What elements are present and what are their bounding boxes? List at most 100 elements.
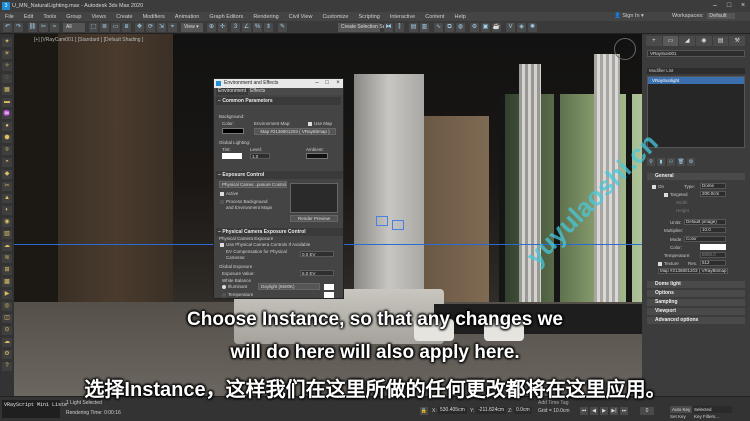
vray-toon-icon[interactable]: ☁ xyxy=(2,242,12,251)
viewcube-icon[interactable] xyxy=(614,38,636,60)
render-setup-icon[interactable]: ⚙ xyxy=(470,23,479,32)
workspace-selector[interactable]: Workspaces: Default xyxy=(672,12,735,21)
vray-light-lister-icon[interactable]: ✦ xyxy=(2,38,12,47)
configure-modifier-sets-icon[interactable]: ⚙ xyxy=(687,158,695,166)
rendered-frame-window-icon[interactable]: ▣ xyxy=(481,23,490,32)
rotate-icon[interactable]: ⟳ xyxy=(146,23,155,32)
remove-modifier-icon[interactable]: 🗑 xyxy=(677,158,685,166)
vray-bitmap-icon[interactable]: ▧ xyxy=(2,230,12,239)
schematic-view-icon[interactable]: ⧉ xyxy=(445,23,454,32)
minimize-icon[interactable]: – xyxy=(708,0,722,12)
next-frame-icon[interactable]: ▶| xyxy=(610,407,618,415)
temperature-color-swatch[interactable] xyxy=(324,292,334,298)
bind-space-warp-icon[interactable]: ≈ xyxy=(50,23,59,32)
current-frame-field[interactable]: 0 xyxy=(640,407,654,415)
vray-ipr-icon[interactable]: ▶ xyxy=(2,290,12,299)
material-editor-icon[interactable]: ◍ xyxy=(456,23,465,32)
selection-set-dropdown[interactable]: Create Selection Se xyxy=(338,23,385,32)
vray-ies-icon[interactable]: ✧ xyxy=(2,62,12,71)
unlink-icon[interactable]: ✂ xyxy=(39,23,48,32)
menu-animation[interactable]: Animation xyxy=(170,14,204,20)
menu-graph-editors[interactable]: Graph Editors xyxy=(204,14,248,20)
exposure-value-spinner[interactable]: 6.0 EV xyxy=(300,270,334,276)
menu-rendering[interactable]: Rendering xyxy=(248,14,283,20)
texture-checkbox[interactable] xyxy=(658,262,662,266)
vray-light-icon[interactable]: ✺ xyxy=(528,23,537,32)
select-object-icon[interactable]: ⬚ xyxy=(89,23,98,32)
close-icon[interactable]: × xyxy=(736,0,750,12)
environment-map-button[interactable]: Map #2136801203 ( VRayBitmap ) xyxy=(254,128,336,135)
window-crossing-icon[interactable]: ⧈ xyxy=(122,23,131,32)
dialog-close-icon[interactable]: × xyxy=(333,79,343,88)
y-coordinate[interactable]: -211.824cm xyxy=(476,407,507,414)
angle-snap-icon[interactable]: ∠ xyxy=(242,23,251,32)
stack-item-vraysunlight[interactable]: VRaySunlight xyxy=(648,77,744,84)
illuminant-dropdown[interactable]: Daylight (6500K) xyxy=(258,283,320,290)
menu-modifiers[interactable]: Modifiers xyxy=(138,14,170,20)
vray-sphere-icon[interactable]: ● xyxy=(2,122,12,131)
x-coordinate[interactable]: 530.405cm xyxy=(438,407,467,414)
vray-decal-icon[interactable]: ◆ xyxy=(2,170,12,179)
tab-utilities[interactable]: ⚒ xyxy=(729,36,746,46)
maximize-icon[interactable]: □ xyxy=(722,0,736,12)
percent-snap-icon[interactable]: % xyxy=(253,23,262,32)
object-name-field[interactable]: VRaySun001 xyxy=(647,50,745,57)
sign-in-button[interactable]: 👤 Sign In ▾ xyxy=(614,12,644,21)
tint-color-swatch[interactable] xyxy=(222,153,242,159)
illuminant-color-swatch[interactable] xyxy=(324,284,334,290)
vray-vfb-icon[interactable]: ▩ xyxy=(2,278,12,287)
auto-key-button[interactable]: Auto Key xyxy=(670,406,693,413)
layer-explorer-icon[interactable]: ▤ xyxy=(409,23,418,32)
vray-plane-icon[interactable]: ▬ xyxy=(2,98,12,107)
illuminant-radio[interactable] xyxy=(222,285,226,289)
multiplier-spinner[interactable]: 10.0 xyxy=(700,227,726,233)
selection-filter-dropdown[interactable]: All xyxy=(63,23,85,32)
redo-icon[interactable]: ↷ xyxy=(14,23,23,32)
menu-edit[interactable]: Edit xyxy=(19,14,38,20)
modifier-list-dropdown[interactable]: Modifier List xyxy=(647,68,745,74)
targeted-checkbox[interactable] xyxy=(664,193,668,197)
vray-material-icon[interactable]: ◉ xyxy=(2,218,12,227)
curve-editor-icon[interactable]: ∿ xyxy=(434,23,443,32)
dialog-maximize-icon[interactable]: □ xyxy=(322,79,332,88)
set-key-button[interactable]: Set Key xyxy=(670,414,686,419)
show-end-result-icon[interactable]: ▮ xyxy=(657,158,665,166)
toggle-ribbon-icon[interactable]: ▥ xyxy=(420,23,429,32)
lock-selection-icon[interactable]: 🔒 xyxy=(420,407,428,415)
ev-compensation-spinner[interactable]: 0.0 EV xyxy=(300,251,334,257)
vray-fur-icon[interactable]: ♒ xyxy=(2,110,12,119)
rollout-common-parameters[interactable]: − Common Parameters xyxy=(216,97,341,105)
align-icon[interactable]: ⫿ xyxy=(395,23,404,32)
go-to-start-icon[interactable]: ⏮ xyxy=(580,407,588,415)
go-to-end-icon[interactable]: ⏭ xyxy=(620,407,628,415)
scale-icon[interactable]: ⇲ xyxy=(157,23,166,32)
spinner-snap-icon[interactable]: ⇕ xyxy=(264,23,273,32)
rollout-sampling[interactable]: Sampling xyxy=(647,299,745,306)
tab-effects[interactable]: Effects xyxy=(248,88,267,95)
vray-override-icon[interactable]: ⊞ xyxy=(2,266,12,275)
vray-proxy-icon[interactable]: ▦ xyxy=(2,86,12,95)
vray-frame-buffer-icon[interactable]: V xyxy=(506,23,515,32)
light-type-dropdown[interactable]: Dome xyxy=(700,183,726,189)
undo-icon[interactable]: ↶ xyxy=(3,23,12,32)
vray-clipper-icon[interactable]: ✂ xyxy=(2,182,12,191)
viewport-label[interactable]: [+] [VRayCam001 ] [Standard ] [Default S… xyxy=(34,37,143,43)
mode-dropdown[interactable]: Color xyxy=(684,236,726,242)
temperature-radio[interactable] xyxy=(222,293,226,297)
menu-tools[interactable]: Tools xyxy=(38,14,61,20)
vray-camera-icon[interactable]: ⌾ xyxy=(2,146,12,155)
make-unique-icon[interactable]: ⚇ xyxy=(667,158,675,166)
named-selection-icon[interactable]: ✎ xyxy=(278,23,287,32)
vray-mesh-export-icon[interactable]: ⬢ xyxy=(2,134,12,143)
menu-create[interactable]: Create xyxy=(111,14,138,20)
pivot-icon[interactable]: ⊕ xyxy=(207,23,216,32)
dialog-minimize-icon[interactable]: – xyxy=(312,79,322,88)
level-spinner[interactable]: 1.0 xyxy=(250,153,270,159)
render-preview-button[interactable]: Render Preview xyxy=(290,215,338,222)
use-physical-camera-checkbox[interactable] xyxy=(220,243,224,247)
active-checkbox[interactable] xyxy=(220,192,224,196)
menu-scripting[interactable]: Scripting xyxy=(353,14,384,20)
units-dropdown[interactable]: Default (image) xyxy=(684,219,726,225)
vray-scene-icon[interactable]: ▲ xyxy=(2,194,12,203)
menu-group[interactable]: Group xyxy=(61,14,86,20)
